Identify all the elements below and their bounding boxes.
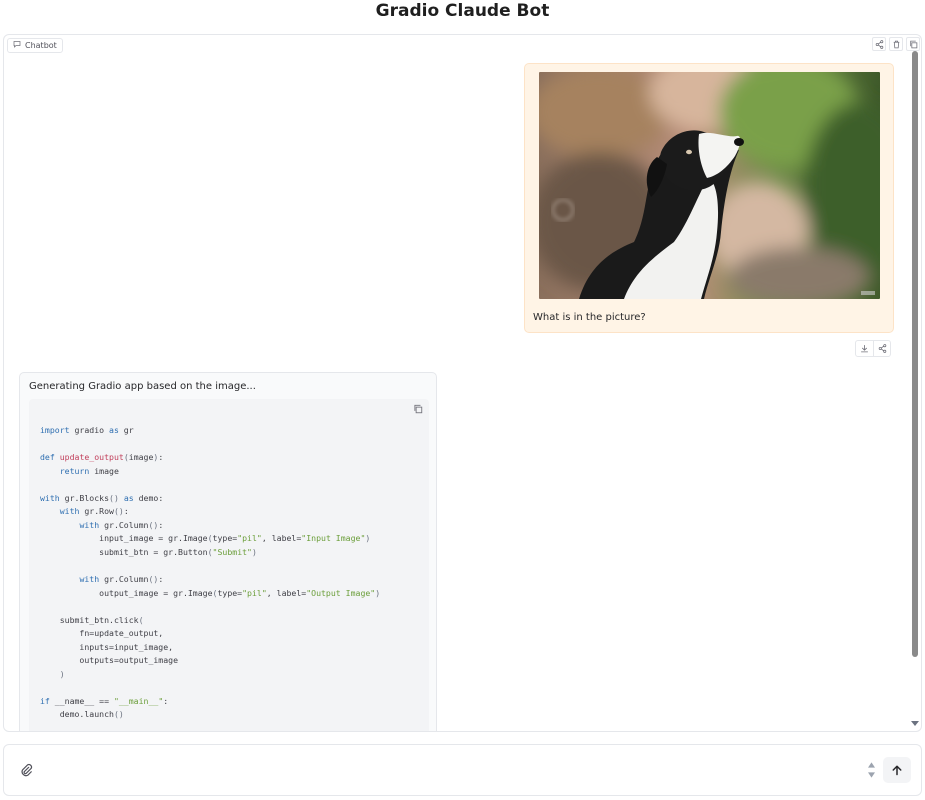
chatbot-label-text: Chatbot bbox=[25, 41, 57, 50]
page-title: Gradio Claude Bot bbox=[375, 1, 550, 21]
code-content: import gradio as gr def update_output(im… bbox=[40, 425, 381, 720]
trash-icon bbox=[893, 40, 899, 48]
share-icon bbox=[875, 39, 883, 49]
chatbot-actions bbox=[869, 37, 920, 51]
user-message: What is in the picture? bbox=[524, 63, 894, 333]
code-block: import gradio as gr def update_output(im… bbox=[29, 399, 429, 731]
share-icon bbox=[878, 344, 886, 353]
clear-button[interactable] bbox=[889, 37, 903, 51]
copy-icon bbox=[414, 404, 423, 414]
chatbot-panel: Chatbot What is in the picture? Generati… bbox=[3, 34, 922, 732]
attach-button[interactable] bbox=[16, 760, 36, 780]
share-button[interactable] bbox=[872, 37, 886, 51]
assistant-message: Generating Gradio app based on the image… bbox=[19, 372, 437, 731]
paperclip-icon bbox=[21, 763, 33, 777]
scrollbar-thumb[interactable] bbox=[912, 51, 918, 657]
user-message-actions bbox=[855, 340, 891, 357]
copy-icon bbox=[909, 40, 917, 48]
message-input[interactable] bbox=[46, 758, 846, 782]
chevron-down-icon[interactable] bbox=[867, 772, 875, 778]
dog-photo[interactable] bbox=[539, 72, 880, 299]
copy-code-button[interactable] bbox=[412, 403, 424, 415]
chatbot-label: Chatbot bbox=[7, 38, 63, 53]
message-share-button[interactable] bbox=[873, 341, 890, 356]
submit-button[interactable] bbox=[883, 757, 911, 783]
copy-all-button[interactable] bbox=[906, 37, 920, 51]
user-message-text: What is in the picture? bbox=[533, 312, 646, 323]
scroll-down-icon[interactable] bbox=[911, 719, 919, 727]
assistant-message-text: Generating Gradio app based on the image… bbox=[29, 381, 256, 392]
download-button[interactable] bbox=[856, 341, 873, 356]
message-input-bar bbox=[3, 744, 922, 796]
arrow-up-icon bbox=[892, 765, 902, 776]
download-icon bbox=[861, 345, 868, 353]
chat-scrollbar[interactable] bbox=[911, 51, 919, 729]
chevron-up-icon[interactable] bbox=[867, 762, 875, 768]
chat-bubble-icon bbox=[13, 39, 21, 52]
input-stepper[interactable] bbox=[866, 757, 876, 783]
